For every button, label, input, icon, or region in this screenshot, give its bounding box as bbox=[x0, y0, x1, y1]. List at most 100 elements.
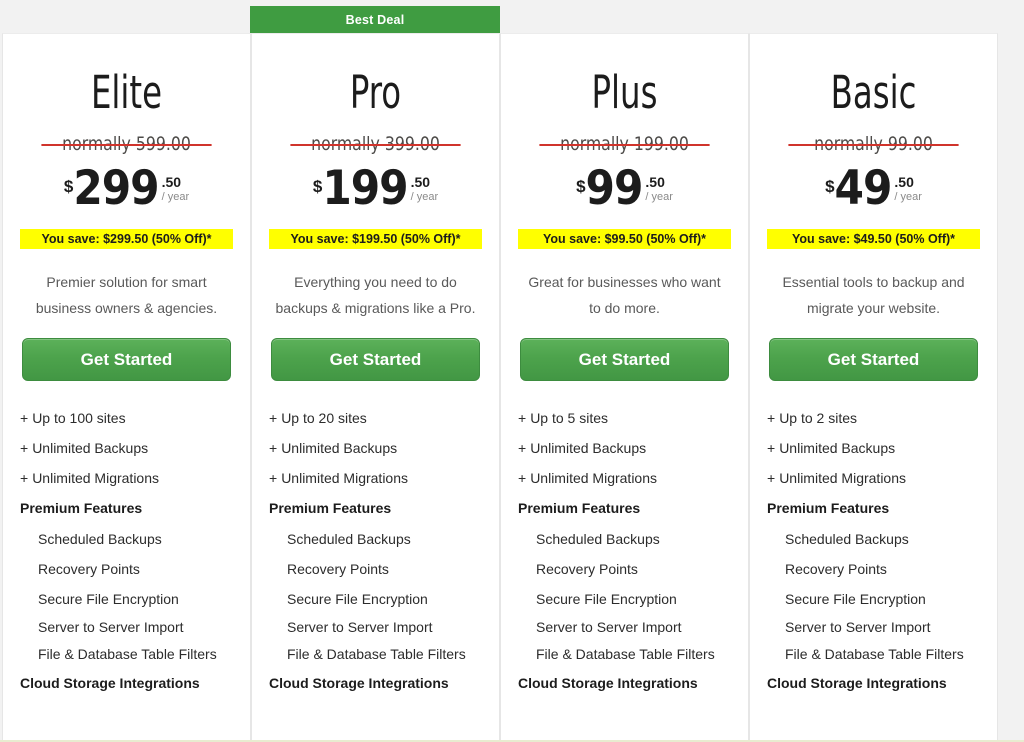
best-deal-label: Best Deal bbox=[345, 12, 405, 27]
price-period: / year bbox=[161, 191, 190, 203]
plan-name: Pro bbox=[349, 66, 402, 119]
currency-symbol: $ bbox=[63, 177, 74, 196]
plan-name: Basic bbox=[830, 66, 917, 119]
plan-description: Premier solution for smart business owne… bbox=[35, 274, 218, 316]
plan-description: Great for businesses who want to do more… bbox=[528, 274, 721, 316]
premium-feature-item: Secure File Encryption bbox=[785, 591, 926, 607]
strikethrough-line bbox=[290, 144, 461, 146]
feature-item: + Unlimited Backups bbox=[767, 433, 980, 463]
get-started-button[interactable]: Get Started bbox=[769, 338, 978, 381]
feature-item: + Unlimited Backups bbox=[20, 433, 233, 463]
strikethrough-line bbox=[41, 144, 212, 146]
premium-features-heading: Premium Features bbox=[20, 500, 143, 516]
premium-feature-item: File & Database Table Filters bbox=[536, 646, 715, 662]
price-suffix: .50/ year bbox=[162, 175, 190, 204]
plus-icon: + bbox=[269, 410, 278, 426]
currency-symbol: $ bbox=[825, 177, 835, 196]
plus-icon: + bbox=[767, 470, 776, 486]
premium-features-heading: Premium Features bbox=[767, 500, 890, 516]
feature-item: + Up to 5 sites bbox=[518, 403, 731, 433]
premium-feature-item: Scheduled Backups bbox=[536, 531, 660, 547]
feature-item: + Unlimited Migrations bbox=[767, 463, 980, 493]
plan-card-basic: Basic normally 99.00 $49.50/ year You save:… bbox=[749, 33, 998, 742]
feature-list: + Up to 20 sites + Unlimited Backups + Unlimi… bbox=[269, 403, 482, 699]
pricing-table: Best Deal Elite normally 599.00 $299.50/ y… bbox=[0, 0, 1024, 742]
current-price: $99.50/ year bbox=[518, 164, 731, 220]
cloud-storage-heading: Cloud Storage Integrations bbox=[767, 675, 947, 691]
original-price: normally 199.00 bbox=[527, 132, 723, 156]
current-price: $299.50/ year bbox=[20, 164, 233, 220]
feature-item: + Unlimited Backups bbox=[518, 433, 731, 463]
cloud-storage-heading: Cloud Storage Integrations bbox=[518, 675, 698, 691]
feature-label: Unlimited Backups bbox=[530, 440, 647, 456]
feature-list: + Up to 2 sites + Unlimited Backups + Unlimit… bbox=[767, 403, 980, 699]
price-cents: .50 bbox=[410, 174, 431, 190]
plus-icon: + bbox=[767, 410, 776, 426]
price-suffix: .50/ year bbox=[645, 175, 673, 204]
plan-description: Essential tools to backup and migrate yo… bbox=[782, 274, 965, 316]
savings-badge: You save: $199.50 (50% Off)* bbox=[269, 229, 482, 249]
premium-feature-item: Recovery Points bbox=[785, 561, 887, 577]
plan-card-elite: Elite normally 599.00 $299.50/ year You sav… bbox=[2, 33, 251, 742]
original-price: normally 599.00 bbox=[29, 132, 225, 156]
plan-card-pro: Pro normally 399.00 $199.50/ year You save:… bbox=[251, 33, 500, 742]
premium-features-heading: Premium Features bbox=[269, 500, 392, 516]
premium-feature-item: Server to Server Import bbox=[287, 619, 433, 635]
plus-icon: + bbox=[269, 440, 278, 456]
premium-feature-item: File & Database Table Filters bbox=[785, 646, 964, 662]
feature-item: + Unlimited Backups bbox=[269, 433, 482, 463]
original-price: normally 399.00 bbox=[278, 132, 474, 156]
savings-badge: You save: $49.50 (50% Off)* bbox=[767, 229, 980, 249]
feature-label: Unlimited Migrations bbox=[779, 470, 907, 486]
feature-label: Unlimited Backups bbox=[32, 440, 149, 456]
plus-icon: + bbox=[767, 440, 776, 456]
premium-feature-item: Server to Server Import bbox=[38, 619, 184, 635]
cloud-storage-heading: Cloud Storage Integrations bbox=[269, 675, 449, 691]
feature-list: + Up to 5 sites + Unlimited Backups + Unlimit… bbox=[518, 403, 731, 699]
price-cents: .50 bbox=[161, 174, 182, 190]
feature-label: Unlimited Migrations bbox=[530, 470, 658, 486]
premium-feature-item: Scheduled Backups bbox=[287, 531, 411, 547]
premium-feature-item: Secure File Encryption bbox=[38, 591, 179, 607]
feature-label: Up to 20 sites bbox=[281, 410, 367, 426]
plus-icon: + bbox=[20, 470, 29, 486]
savings-badge: You save: $299.50 (50% Off)* bbox=[20, 229, 233, 249]
feature-label: Unlimited Backups bbox=[281, 440, 398, 456]
feature-label: Up to 5 sites bbox=[530, 410, 609, 426]
price-suffix: .50/ year bbox=[411, 175, 439, 204]
plan-name: Plus bbox=[591, 66, 658, 119]
premium-feature-item: Recovery Points bbox=[536, 561, 638, 577]
feature-item: + Unlimited Migrations bbox=[20, 463, 233, 493]
currency-symbol: $ bbox=[576, 177, 586, 196]
plan-name: Elite bbox=[90, 66, 163, 119]
original-price: normally 99.00 bbox=[776, 132, 972, 156]
plus-icon: + bbox=[518, 440, 527, 456]
best-deal-ribbon: Best Deal bbox=[250, 6, 500, 33]
premium-feature-item: File & Database Table Filters bbox=[38, 646, 217, 662]
feature-label: Up to 2 sites bbox=[779, 410, 858, 426]
get-started-button[interactable]: Get Started bbox=[271, 338, 480, 381]
get-started-button[interactable]: Get Started bbox=[520, 338, 729, 381]
price-amount: 49 bbox=[834, 161, 893, 216]
strikethrough-line bbox=[788, 144, 959, 146]
plus-icon: + bbox=[20, 440, 29, 456]
feature-item: + Up to 20 sites bbox=[269, 403, 482, 433]
price-cents: .50 bbox=[645, 174, 665, 190]
price-cents: .50 bbox=[894, 174, 914, 190]
premium-feature-item: Server to Server Import bbox=[785, 619, 931, 635]
currency-symbol: $ bbox=[312, 177, 323, 196]
price-period: / year bbox=[645, 191, 673, 203]
feature-list: + Up to 100 sites + Unlimited Backups + Unlim… bbox=[20, 403, 233, 699]
price-amount: 299 bbox=[73, 161, 159, 216]
plan-description: Everything you need to do backups & migr… bbox=[275, 274, 476, 316]
premium-feature-item: Secure File Encryption bbox=[287, 591, 428, 607]
price-suffix: .50/ year bbox=[894, 175, 922, 204]
current-price: $49.50/ year bbox=[767, 164, 980, 220]
premium-feature-item: Secure File Encryption bbox=[536, 591, 677, 607]
premium-feature-item: Server to Server Import bbox=[536, 619, 682, 635]
get-started-button[interactable]: Get Started bbox=[22, 338, 231, 381]
plus-icon: + bbox=[269, 470, 278, 486]
feature-label: Up to 100 sites bbox=[32, 410, 126, 426]
feature-item: + Unlimited Migrations bbox=[269, 463, 482, 493]
current-price: $199.50/ year bbox=[269, 164, 482, 220]
